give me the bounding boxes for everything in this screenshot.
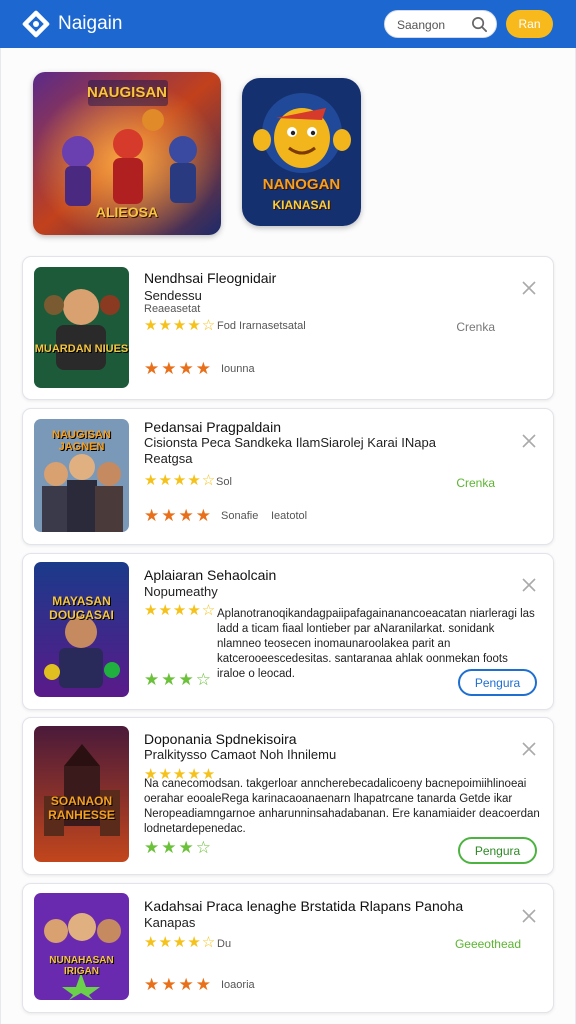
top-action-button[interactable]: Ran — [506, 10, 553, 38]
rating-stars-large: ★★★☆ — [144, 838, 213, 857]
game-meta-tertiary: Ieatotol — [271, 510, 308, 522]
close-icon[interactable] — [522, 742, 536, 756]
game-subtitle-small: Reaeasetat — [144, 303, 201, 315]
rating-stars-large: ★★★☆ — [144, 670, 213, 689]
game-thumbnail[interactable]: MUARDAN NIUES — [34, 267, 129, 388]
search-box[interactable]: Saangon — [384, 10, 497, 38]
thumbnail-title: MAYASAN DOUGASAI — [49, 594, 114, 622]
game-status: Geeeothead — [454, 937, 521, 951]
game-thumbnail-art — [34, 267, 129, 388]
rating-stars: ★★★★☆ — [144, 602, 217, 619]
rating-stars-large: ★★★★ — [144, 975, 213, 994]
search-placeholder: Saangon — [397, 18, 446, 32]
app-brand-name: Naigain — [58, 13, 123, 34]
search-icon[interactable] — [471, 16, 488, 33]
game-thumbnail[interactable]: SOANAON RANHESSE — [34, 726, 129, 862]
featured-art-subtitle: ALIEOSA — [95, 204, 159, 220]
game-card[interactable]: MUARDAN NIUES Nendhsai Fleognidair Sende… — [22, 256, 554, 400]
rating-stars-large: ★★★★ — [144, 506, 213, 525]
game-thumbnail-art — [34, 562, 129, 697]
rating-stars: ★★★★☆ — [144, 934, 217, 951]
thumbnail-title: SOANAON RANHESSE — [48, 794, 115, 822]
rating-stars: ★★★★☆ — [144, 317, 217, 334]
game-title: Pedansai Pragpaldain — [144, 419, 281, 435]
game-title: Doponania Spdnekisoira — [144, 731, 297, 747]
top-bar: Naigain Saangon Ran — [0, 0, 576, 48]
game-card[interactable]: NAUGISAN JAGNEN Pedansai Pragpaldain Cis… — [22, 408, 554, 545]
featured-icon-title: NANOGAN — [262, 176, 341, 193]
game-subtitle: Sendessu — [144, 288, 202, 303]
close-icon[interactable] — [522, 281, 536, 295]
game-status: Crenka — [456, 320, 495, 334]
rating-stars-large: ★★★★ — [144, 359, 213, 378]
game-subtitle: Nopumeathy — [144, 584, 218, 599]
game-thumbnail[interactable]: NUNAHASAN IRIGAN — [34, 893, 129, 1000]
game-title: Kadahsai Praca lenaghe Brstatida Rlapans… — [144, 898, 464, 914]
game-subtitle-secondary: Reatgsa — [144, 451, 193, 466]
featured-game-banner[interactable]: NAUGISAN ALIEOSA — [33, 72, 221, 235]
game-meta: Du — [217, 938, 232, 950]
thumbnail-title: NUNAHASAN IRIGAN — [49, 955, 114, 977]
rating-stars: ★★★★☆ — [144, 472, 217, 489]
close-icon[interactable] — [522, 909, 536, 923]
game-meta: Sol — [216, 476, 232, 488]
game-description: Na canecomodsan. takgerloar anncherebeca… — [144, 778, 540, 835]
game-meta-secondary: Iounna — [221, 363, 255, 375]
install-button[interactable]: Pengura — [458, 669, 537, 696]
game-subtitle: Pralkitysso Camaot Noh Ihnilemu — [144, 747, 337, 762]
game-title: Aplaiaran Sehaolcain — [144, 567, 277, 583]
game-meta-secondary: Ioaoria — [221, 979, 255, 991]
game-card[interactable]: SOANAON RANHESSE Doponania Spdnekisoira … — [22, 717, 554, 875]
install-button[interactable]: Pengura — [458, 837, 537, 864]
featured-icon-subtitle: KIANASAI — [272, 198, 331, 212]
game-title: Nendhsai Fleognidair — [144, 270, 277, 286]
close-icon[interactable] — [522, 578, 536, 592]
close-icon[interactable] — [522, 434, 536, 448]
game-card[interactable]: MAYASAN DOUGASAI Aplaiaran Sehaolcain No… — [22, 553, 554, 710]
featured-art-title: NAUGISAN — [86, 84, 167, 101]
app-logo-icon[interactable] — [22, 10, 50, 38]
game-thumbnail-art — [34, 893, 129, 1000]
thumbnail-title: NAUGISAN JAGNEN — [52, 429, 111, 453]
game-status: Crenka — [456, 476, 495, 490]
featured-game-icon[interactable]: NANOGAN KIANASAI — [242, 78, 361, 226]
game-subtitle: Cisionsta Peca Sandkeka IlamSiarolej Kar… — [144, 435, 436, 450]
thumbnail-title: MUARDAN NIUES — [34, 343, 129, 355]
game-subtitle: Kanapas — [144, 915, 196, 930]
game-thumbnail[interactable]: MAYASAN DOUGASAI — [34, 562, 129, 697]
game-card[interactable]: NUNAHASAN IRIGAN Kadahsai Praca lenaghe … — [22, 883, 554, 1013]
game-meta: Fod Irarnasetsatal — [217, 320, 306, 332]
game-thumbnail[interactable]: NAUGISAN JAGNEN — [34, 419, 129, 532]
game-meta-secondary: Sonafie — [221, 510, 259, 522]
